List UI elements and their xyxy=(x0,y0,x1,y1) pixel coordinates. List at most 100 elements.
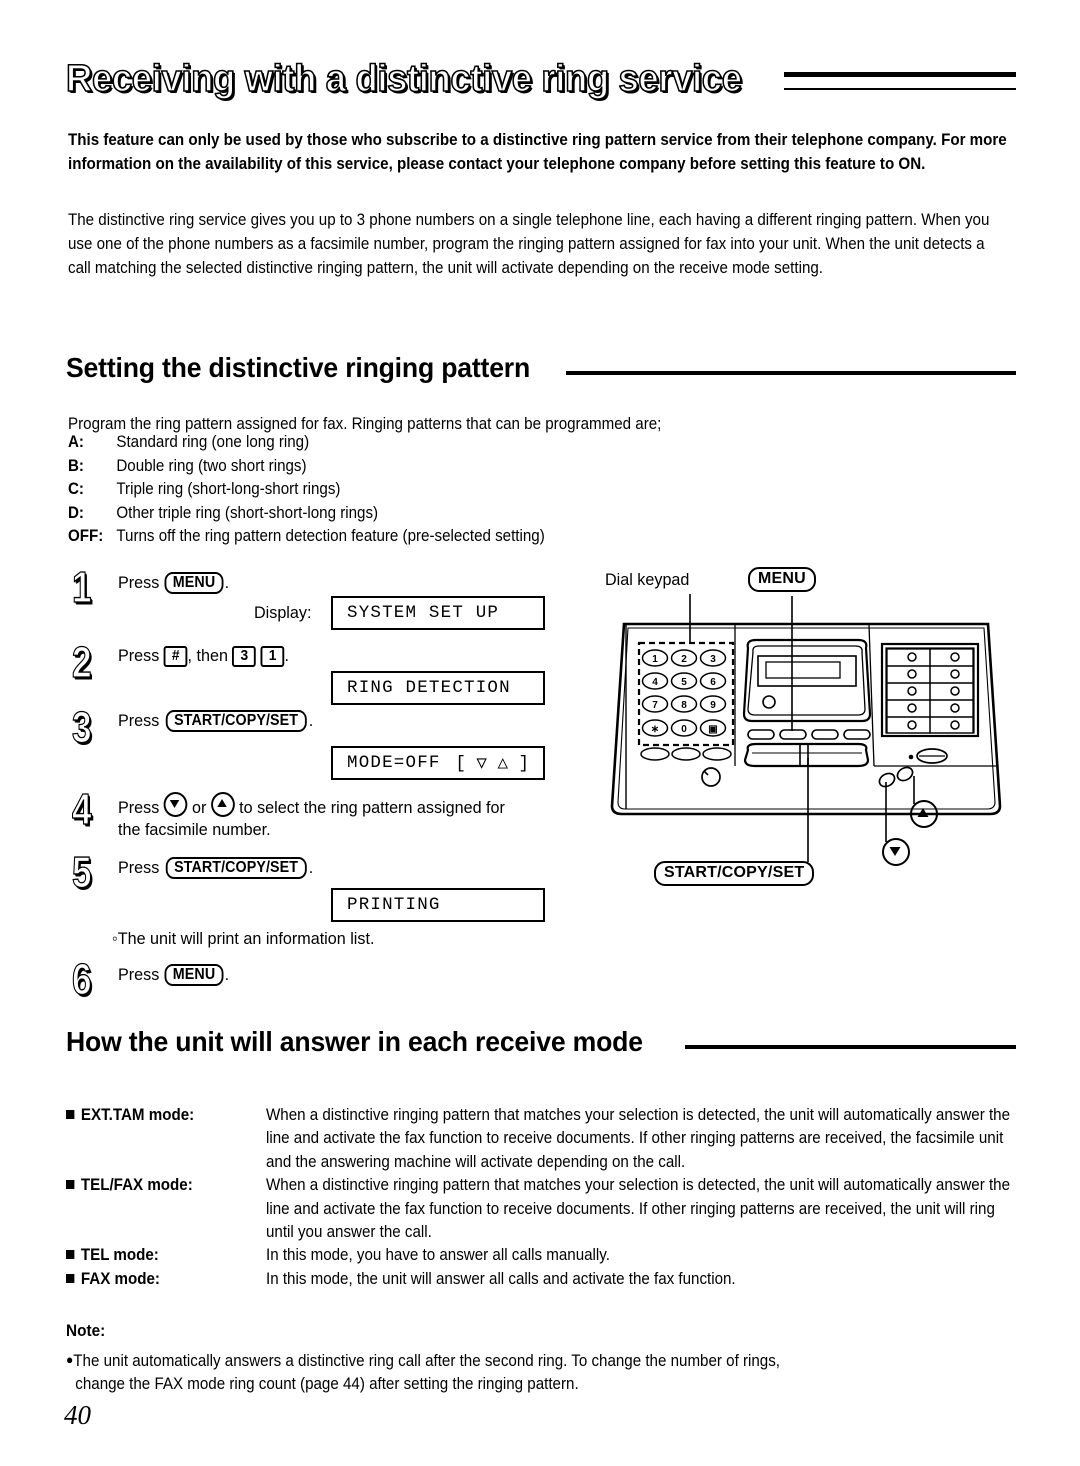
mode-label: FAX mode: xyxy=(66,1268,252,1291)
bullet-icon: ● xyxy=(66,1352,74,1367)
menu-key[interactable]: MENU xyxy=(164,572,224,594)
mode-label: TEL/FAX mode: xyxy=(66,1174,252,1197)
list-item: A: Standard ring (one long ring) xyxy=(68,431,905,455)
step-3-instruction: Press START/COPY/SET. xyxy=(118,710,313,732)
pattern-value: Triple ring (short-long-short rings) xyxy=(116,480,341,499)
intro-body-paragraph: The distinctive ring service gives you u… xyxy=(68,211,990,277)
mode-label-text: TEL mode: xyxy=(80,1246,159,1265)
pattern-key: C: xyxy=(68,480,84,499)
table-row: FAX mode: In this mode, the unit will an… xyxy=(66,1268,1066,1291)
lcd-display-1: SYSTEM SET UP xyxy=(331,596,545,630)
mode-description: In this mode, you have to answer all cal… xyxy=(266,1246,610,1265)
list-item: OFF: Turns off the ring pattern detectio… xyxy=(68,525,905,549)
ring-pattern-list: A: Standard ring (one long ring) B: Doub… xyxy=(68,431,968,549)
list-item: D: Other triple ring (short-short-long r… xyxy=(68,502,905,526)
svg-text:7: 7 xyxy=(652,700,658,711)
step-number-3: 3 xyxy=(71,703,92,752)
step-number-6: 6 xyxy=(71,955,92,1004)
step-3-press-label: Press xyxy=(118,711,160,730)
svg-text:▣: ▣ xyxy=(708,724,717,735)
mode-label-text: EXT.TAM mode: xyxy=(80,1106,195,1124)
step-5-note-text: The unit will print an information list. xyxy=(117,929,375,948)
step-6-press-label: Press xyxy=(118,965,160,984)
step-1-period: . xyxy=(224,573,230,592)
step-4-press-label: Press xyxy=(118,798,160,817)
pattern-value: Standard ring (one long ring) xyxy=(116,433,310,451)
step-number-1: 1 xyxy=(71,563,92,612)
step-4-instruction: Press or to select the ring pattern assi… xyxy=(118,792,527,841)
svg-text:∗: ∗ xyxy=(651,724,659,735)
note-body: ●The unit automatically answers a distin… xyxy=(66,1348,996,1397)
pattern-key: B: xyxy=(68,456,84,475)
section-rule xyxy=(566,371,1016,375)
note-line-2: change the FAX mode ring count (page 44)… xyxy=(75,1375,579,1394)
page-title-text: Receiving with a distinctive ring servic… xyxy=(65,57,743,101)
list-item: B: Double ring (two short rings) xyxy=(68,455,905,479)
mode-description: When a distinctive ringing pattern that … xyxy=(266,1106,1010,1171)
table-row: EXT.TAM mode: When a distinctive ringing… xyxy=(66,1104,1066,1174)
step-5-note: ◦The unit will print an information list… xyxy=(112,928,374,950)
display-label: Display: xyxy=(254,603,312,622)
down-arrow-key[interactable] xyxy=(163,792,188,817)
section-heading-receive-mode: How the unit will answer in each receive… xyxy=(66,1022,1016,1062)
digit-key-1[interactable]: 1 xyxy=(260,646,285,667)
step-1-press-label: Press xyxy=(118,573,160,592)
pattern-value: Other triple ring (short-short-long ring… xyxy=(116,503,379,522)
svg-text:1: 1 xyxy=(652,654,658,665)
start-copy-set-key[interactable]: START/COPY/SET xyxy=(165,710,307,732)
svg-text:5: 5 xyxy=(681,677,687,688)
pattern-key: OFF: xyxy=(68,527,104,546)
up-arrow-key[interactable] xyxy=(210,792,235,817)
section-heading-receive-mode-text: How the unit will answer in each receive… xyxy=(66,1026,643,1057)
menu-key[interactable]: MENU xyxy=(164,964,224,986)
table-row: TEL mode: In this mode, you have to answ… xyxy=(66,1244,1066,1267)
step-4-or-label: or xyxy=(192,798,207,817)
table-row: TEL/FAX mode: When a distinctive ringing… xyxy=(66,1174,1066,1244)
pattern-value: Double ring (two short rings) xyxy=(116,456,307,475)
pattern-key: D: xyxy=(68,503,84,522)
lcd-display-4: PRINTING xyxy=(331,888,545,922)
svg-text:3: 3 xyxy=(710,654,716,665)
intro-bold-paragraph: This feature can only be used by those w… xyxy=(68,131,1007,173)
svg-text:4: 4 xyxy=(652,677,658,688)
lcd-display-3: MODE=OFF [ ▽ △ ] xyxy=(331,746,545,780)
step-5-instruction: Press START/COPY/SET. xyxy=(118,857,313,879)
section-rule xyxy=(685,1045,1016,1049)
square-bullet-icon xyxy=(66,1180,75,1190)
svg-text:0: 0 xyxy=(681,724,687,735)
list-item: C: Triple ring (short-long-short rings) xyxy=(68,478,905,502)
pattern-key: A: xyxy=(68,433,84,451)
page-title: Receiving with a distinctive ring servic… xyxy=(65,52,1016,106)
svg-text:9: 9 xyxy=(710,700,716,711)
step-2-press-label: Press xyxy=(118,646,160,665)
step-5-period: . xyxy=(308,858,314,877)
start-copy-set-key[interactable]: START/COPY/SET xyxy=(165,857,307,879)
lcd-display-1-text: SYSTEM SET UP xyxy=(347,603,500,623)
square-bullet-icon xyxy=(66,1273,75,1283)
step-2-period: . xyxy=(284,646,289,665)
mode-label-text: FAX mode: xyxy=(80,1269,160,1288)
svg-text:6: 6 xyxy=(710,677,716,688)
note-line-1: The unit automatically answers a distinc… xyxy=(73,1352,781,1370)
step-number-5: 5 xyxy=(71,848,92,897)
lcd-display-3-text: MODE=OFF xyxy=(347,753,441,773)
square-bullet-icon xyxy=(66,1110,75,1119)
hash-key[interactable]: # xyxy=(163,646,188,667)
title-rule xyxy=(783,72,1016,90)
fax-machine-diagram: Dial keypad MENU START/COPY/SET 1 2 3 4 … xyxy=(596,566,1036,918)
svg-text:8: 8 xyxy=(681,700,687,711)
lcd-display-2-text: RING DETECTION xyxy=(347,678,511,698)
receive-mode-table: EXT.TAM mode: When a distinctive ringing… xyxy=(66,1104,1066,1291)
section-heading-setting: Setting the distinctive ringing pattern xyxy=(66,348,1016,388)
step-6-instruction: Press MENU. xyxy=(118,964,229,986)
section-heading-setting-text: Setting the distinctive ringing pattern xyxy=(66,352,531,383)
step-number-2: 2 xyxy=(71,638,92,687)
step-number-4: 4 xyxy=(71,785,92,834)
step-2-instruction: Press #, then 3 1. xyxy=(118,645,289,667)
mode-label-text: TEL/FAX mode: xyxy=(80,1176,193,1195)
digit-key-3[interactable]: 3 xyxy=(232,646,257,667)
note-heading: Note: xyxy=(66,1322,106,1340)
step-2-then-label: , then xyxy=(187,646,228,665)
step-1-instruction: Press MENU. xyxy=(118,572,229,594)
mode-description: When a distinctive ringing pattern that … xyxy=(266,1176,1010,1242)
